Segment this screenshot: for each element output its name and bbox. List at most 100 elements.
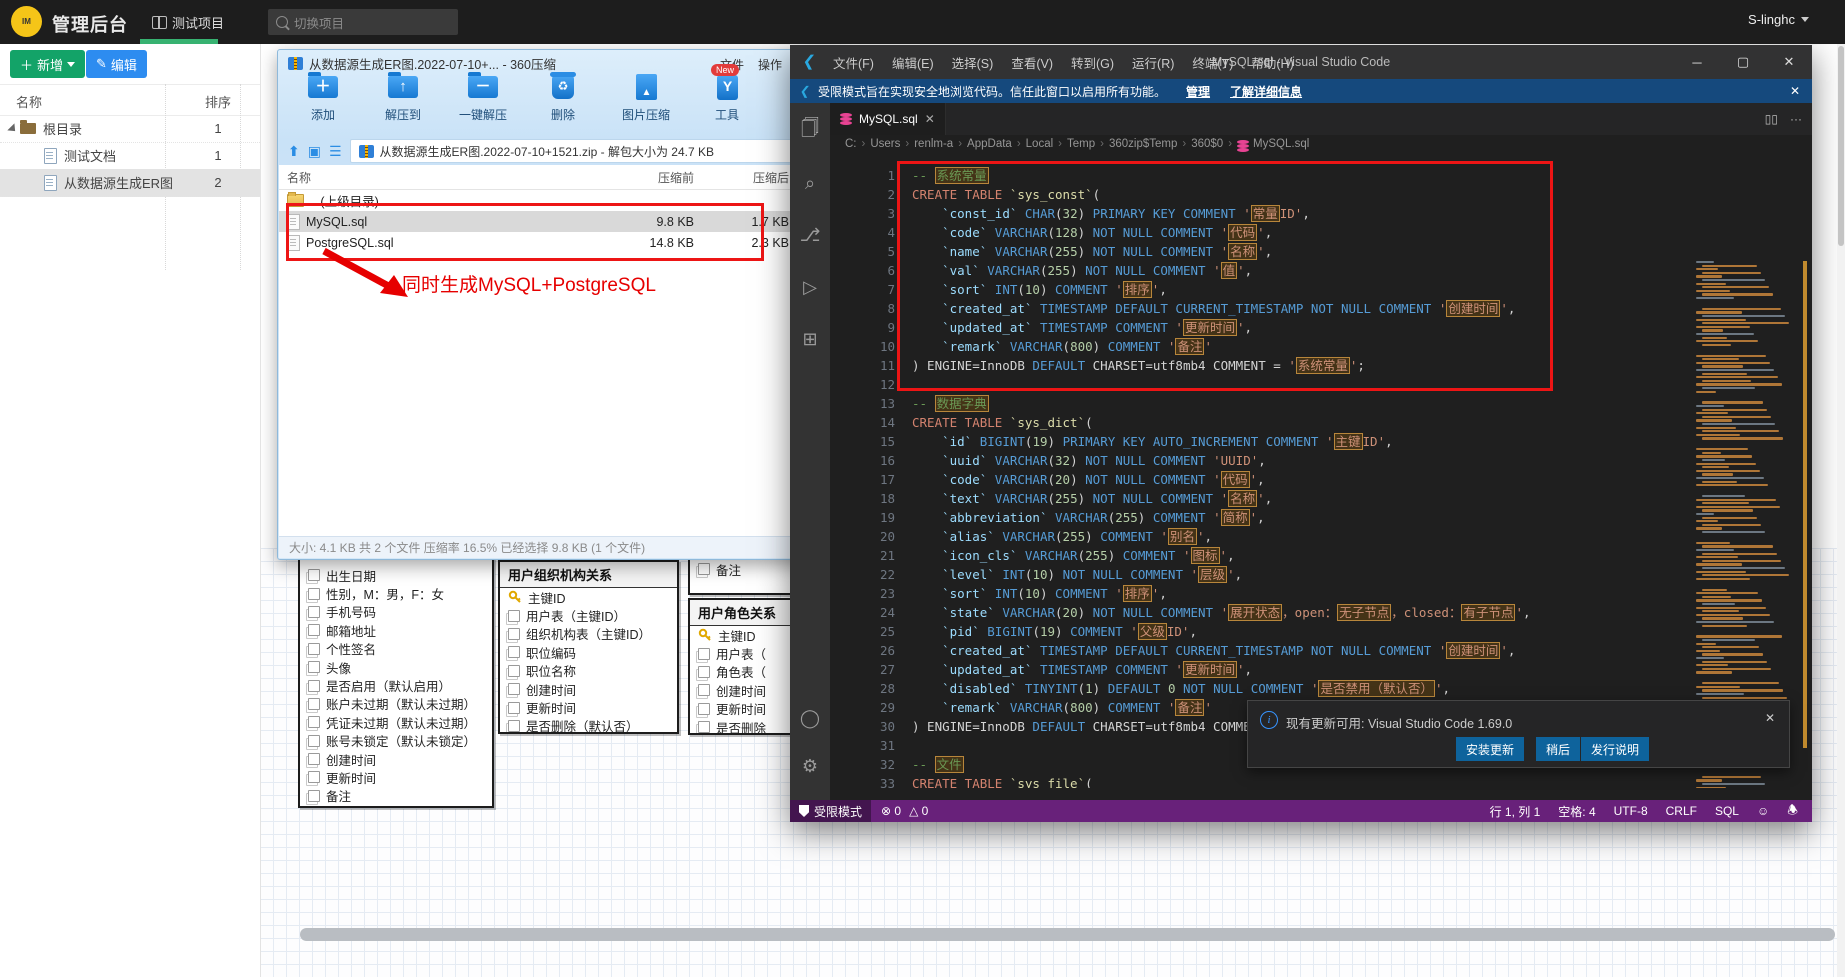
source-control-icon[interactable]: ⎇: [790, 215, 830, 255]
breadcrumb[interactable]: C: › Users › renlm-a › AppData › Local › Temp › 360z…: [845, 135, 1812, 153]
toolbar-folder-up[interactable]: ↑ 解压到: [367, 72, 439, 123]
breadcrumb-item[interactable]: Local: [1026, 138, 1054, 150]
breadcrumb-item[interactable]: AppData: [967, 138, 1012, 150]
list-icon[interactable]: ☰: [329, 143, 342, 160]
view-icon[interactable]: ▣: [308, 143, 321, 160]
menu-operation[interactable]: 操作: [758, 56, 782, 73]
er-field[interactable]: 职位名称: [500, 662, 677, 680]
file-row[interactable]: .. (上级目录): [279, 190, 842, 211]
breadcrumb-item[interactable]: 360zip$Temp: [1109, 138, 1177, 150]
user-menu[interactable]: S-linghc: [1748, 12, 1809, 27]
er-field[interactable]: 出生日期: [300, 566, 492, 585]
page-horizontal-scrollbar-thumb[interactable]: [300, 928, 1835, 941]
er-field[interactable]: 创建时间: [500, 680, 677, 699]
maximize-button[interactable]: ▢: [1720, 45, 1766, 79]
toolbar-folder-minus[interactable]: － 一键解压: [447, 72, 519, 123]
warnings-indicator[interactable]: △ 0: [909, 804, 928, 818]
er-field[interactable]: 创建时间: [690, 681, 805, 700]
later-button[interactable]: 稍后: [1536, 737, 1581, 761]
close-button[interactable]: ✕: [1766, 45, 1812, 79]
page-vertical-scrollbar-thumb[interactable]: [1838, 46, 1844, 246]
menu-item[interactable]: 帮助(H): [1242, 53, 1302, 72]
notification-close-icon[interactable]: ✕: [1765, 711, 1775, 725]
breadcrumb-item[interactable]: C:: [845, 138, 857, 150]
breadcrumb-item[interactable]: 360$0: [1191, 138, 1223, 150]
tree-row[interactable]: 根目录 1: [0, 115, 260, 143]
er-field[interactable]: 邮箱地址: [300, 621, 492, 640]
er-field[interactable]: 更新时间: [500, 698, 677, 717]
account-icon[interactable]: ◯: [790, 698, 830, 738]
er-field[interactable]: 主键ID: [500, 588, 677, 606]
er-field[interactable]: 用户表（主键ID）: [500, 606, 677, 625]
tree-row[interactable]: 从数据源生成ER图 2: [0, 169, 260, 197]
breadcrumb-item[interactable]: Users: [870, 138, 900, 150]
er-field[interactable]: 个性签名: [300, 640, 492, 658]
archive-path[interactable]: 从数据源生成ER图.2022-07-10+1521.zip - 解包大小为 24…: [349, 139, 837, 163]
er-org-relation-table[interactable]: 用户组织机构关系 主键ID 用户表（主键ID） 组织机构表（主键ID） 职位编码 职位名称…: [498, 560, 679, 734]
er-field[interactable]: 备注: [690, 560, 805, 579]
cursor-position[interactable]: 行 1, 列 1: [1490, 803, 1541, 820]
code-editor[interactable]: 1 -- 系统常量 2 CREATE TABLE `sys_const`(3 `con…: [830, 153, 1812, 788]
caret-icon[interactable]: [7, 122, 19, 135]
er-field[interactable]: 是否启用（默认启用）: [300, 676, 492, 695]
project-search-input[interactable]: 切换项目: [268, 9, 458, 35]
menu-item[interactable]: 编辑(E): [883, 53, 943, 72]
toolbar-tools[interactable]: New 工具: [691, 64, 763, 123]
er-field[interactable]: 更新时间: [300, 768, 492, 787]
install-update-button[interactable]: 安装更新: [1456, 737, 1525, 761]
er-field[interactable]: 性别，M：男，F：女: [300, 584, 492, 603]
language-mode[interactable]: SQL: [1715, 804, 1739, 818]
menu-item[interactable]: 选择(S): [943, 53, 1003, 72]
toolbar-trash[interactable]: 删除: [527, 72, 599, 123]
project-tab[interactable]: 测试项目: [138, 0, 238, 44]
er-field[interactable]: 主键ID: [690, 626, 805, 644]
minimize-button[interactable]: ─: [1674, 45, 1720, 79]
er-field[interactable]: 是否删除（默认否）: [500, 717, 677, 732]
er-field[interactable]: 手机号码: [300, 603, 492, 621]
breadcrumb-item[interactable]: renlm-a: [914, 138, 953, 150]
er-field[interactable]: 凭证未过期（默认未过期）: [300, 713, 492, 732]
run-debug-icon[interactable]: ▷: [790, 267, 830, 307]
release-notes-button[interactable]: 发行说明: [1581, 737, 1650, 761]
breadcrumb-item[interactable]: MySQL.sql: [1253, 138, 1309, 150]
breadcrumb-item[interactable]: Temp: [1067, 138, 1095, 150]
tab-close-icon[interactable]: ✕: [925, 112, 935, 126]
explorer-icon[interactable]: 🗍: [790, 111, 830, 151]
restricted-mode-status[interactable]: 受限模式: [790, 800, 872, 822]
banner-learn-link[interactable]: 了解详细信息: [1230, 83, 1302, 100]
feedback-icon[interactable]: ☺: [1757, 804, 1769, 818]
er-field[interactable]: 职位编码: [500, 643, 677, 662]
er-field[interactable]: 创建时间: [300, 750, 492, 769]
er-field[interactable]: 角色表（: [690, 663, 805, 681]
vscode-titlebar[interactable]: ❮ 文件(F) 编辑(E) 选择(S) 查看(V) 转到(G) 运行(R) 终端(T) 帮助(…: [790, 45, 1812, 79]
menu-item[interactable]: 运行(R): [1123, 53, 1183, 72]
up-arrow-icon[interactable]: ⬆: [288, 143, 300, 160]
settings-gear-icon[interactable]: ⚙: [790, 746, 830, 786]
edit-button[interactable]: ✎ 编辑: [86, 50, 147, 78]
toolbar-folder-plus[interactable]: ＋ 添加: [287, 72, 359, 123]
split-editor-icon[interactable]: ▯▯: [1765, 112, 1778, 126]
errors-indicator[interactable]: ⊗ 0: [881, 804, 901, 818]
er-field[interactable]: 头像: [300, 658, 492, 677]
toolbar-image-file[interactable]: 图片压缩: [610, 72, 682, 123]
er-field[interactable]: 备注: [300, 787, 492, 805]
extensions-icon[interactable]: ⊞: [790, 319, 830, 359]
er-field[interactable]: 用户表（: [690, 644, 805, 663]
tab-mysql-sql[interactable]: MySQL.sql ✕: [830, 103, 946, 135]
er-field[interactable]: 是否删除: [690, 718, 805, 733]
file-row[interactable]: MySQL.sql 9.8 KB 1.7 KB: [279, 211, 842, 232]
er-user-table-fragment[interactable]: 出生日期 性别，M：男，F：女 手机号码 邮箱地址 个性签名 头像 是否启用（默认启用） 账户…: [298, 552, 494, 808]
add-button[interactable]: ＋ 新增: [10, 50, 86, 78]
banner-manage-link[interactable]: 管理: [1186, 83, 1210, 100]
banner-close-icon[interactable]: ✕: [1790, 84, 1800, 98]
menu-item[interactable]: 终端(T): [1183, 53, 1242, 72]
eol-sequence[interactable]: CRLF: [1666, 804, 1697, 818]
360zip-titlebar[interactable]: 从数据源生成ER图.2022-07-10+... - 360压缩: [288, 54, 556, 73]
indentation[interactable]: 空格: 4: [1558, 803, 1595, 820]
menu-item[interactable]: 文件(F): [824, 53, 883, 72]
tree-row[interactable]: 测试文档 1: [0, 142, 260, 170]
menu-item[interactable]: 查看(V): [1002, 53, 1062, 72]
more-actions-icon[interactable]: ···: [1790, 112, 1802, 126]
menu-item[interactable]: 转到(G): [1062, 53, 1123, 72]
encoding[interactable]: UTF-8: [1614, 804, 1648, 818]
